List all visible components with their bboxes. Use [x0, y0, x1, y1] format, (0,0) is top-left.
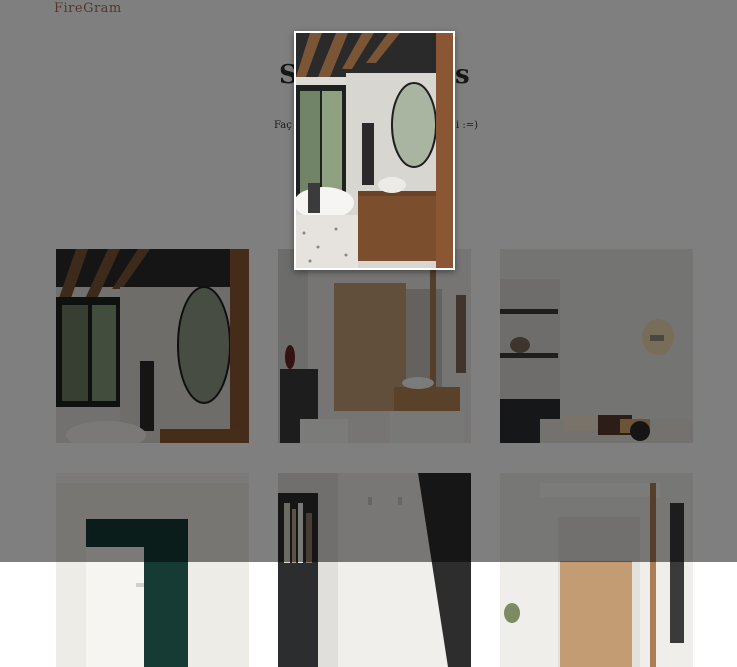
- image-modal: [294, 31, 455, 270]
- modal-image: [296, 33, 453, 268]
